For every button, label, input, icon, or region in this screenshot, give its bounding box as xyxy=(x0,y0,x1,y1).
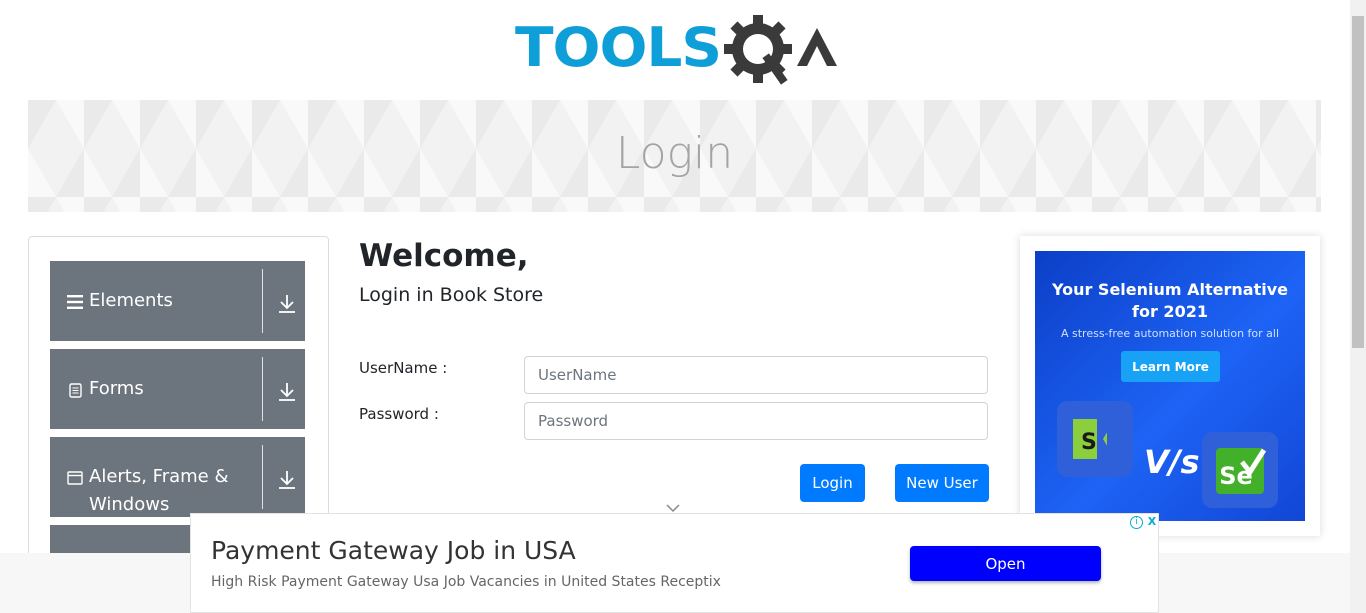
password-label: Password : xyxy=(359,405,439,423)
sidebar-group-alerts-frame-windows[interactable]: Alerts, Frame & Windows xyxy=(50,437,305,517)
toolsqa-logo[interactable]: TOOLS xyxy=(515,14,840,92)
hamburger-icon xyxy=(66,293,84,311)
gear-icon xyxy=(724,15,792,85)
scrollbar-thumb[interactable] xyxy=(1352,16,1364,348)
ad-title[interactable]: Payment Gateway Job in USA xyxy=(211,536,576,565)
welcome-heading: Welcome, xyxy=(359,238,529,274)
chevron-down-icon[interactable] xyxy=(666,498,680,513)
divider xyxy=(262,357,263,421)
password-input[interactable] xyxy=(524,402,988,440)
download-arrow-icon[interactable] xyxy=(278,382,296,402)
username-label: UserName : xyxy=(359,359,448,377)
ad-selenium-alternative[interactable]: Your Selenium Alternative for 2021 A str… xyxy=(1035,251,1305,521)
download-arrow-icon[interactable] xyxy=(278,294,296,314)
logo-tools-text: TOOLS xyxy=(515,16,721,79)
sidebar-group-label: Elements xyxy=(89,290,173,311)
ad-headline-line2: for 2021 xyxy=(1132,302,1208,321)
window-icon xyxy=(66,469,84,487)
sidebar-group-elements[interactable]: Elements xyxy=(50,261,305,341)
selenium-tile: Se xyxy=(1202,432,1278,508)
bottom-ad-banner[interactable]: Payment Gateway Job in USA High Risk Pay… xyxy=(190,513,1159,613)
ad-headline: Your Selenium Alternative for 2021 xyxy=(1035,279,1305,323)
versus-text: V/s xyxy=(1144,443,1200,481)
divider xyxy=(262,269,263,333)
page-title: Login xyxy=(615,128,734,179)
username-input[interactable] xyxy=(524,356,988,394)
ad-info-icon[interactable]: i xyxy=(1130,516,1143,529)
login-button[interactable]: Login xyxy=(800,464,865,502)
page-banner: Login xyxy=(28,100,1321,212)
divider xyxy=(262,445,263,509)
logo-a-mark xyxy=(797,28,837,66)
vertical-scrollbar[interactable] xyxy=(1350,0,1366,613)
new-user-button[interactable]: New User xyxy=(895,464,989,502)
svg-text:S: S xyxy=(1081,430,1097,455)
ad-open-button[interactable]: Open xyxy=(910,546,1101,581)
ad-headline-line1: Your Selenium Alternative xyxy=(1051,280,1289,299)
ad-right-container: Your Selenium Alternative for 2021 A str… xyxy=(1020,236,1320,536)
ad-tagline: A stress-free automation solution for al… xyxy=(1060,327,1280,340)
sidebar-group-label: Forms xyxy=(89,378,144,399)
ad-close-icon[interactable]: X xyxy=(1145,515,1159,529)
sidebar-group-label-line2: Windows xyxy=(89,494,170,515)
sidebar-group-forms[interactable]: Forms xyxy=(50,349,305,429)
download-arrow-icon[interactable] xyxy=(278,470,296,490)
sidebar-group-label: Alerts, Frame & xyxy=(89,466,229,487)
login-subheading: Login in Book Store xyxy=(359,284,544,306)
ad-description: High Risk Payment Gateway Usa Job Vacanc… xyxy=(211,574,721,590)
katalon-logo-icon: S xyxy=(1073,419,1115,459)
katalon-tile: S xyxy=(1057,401,1133,477)
learn-more-button[interactable]: Learn More xyxy=(1121,351,1220,382)
selenium-tile-text: Se xyxy=(1219,462,1253,490)
document-icon xyxy=(66,381,84,399)
